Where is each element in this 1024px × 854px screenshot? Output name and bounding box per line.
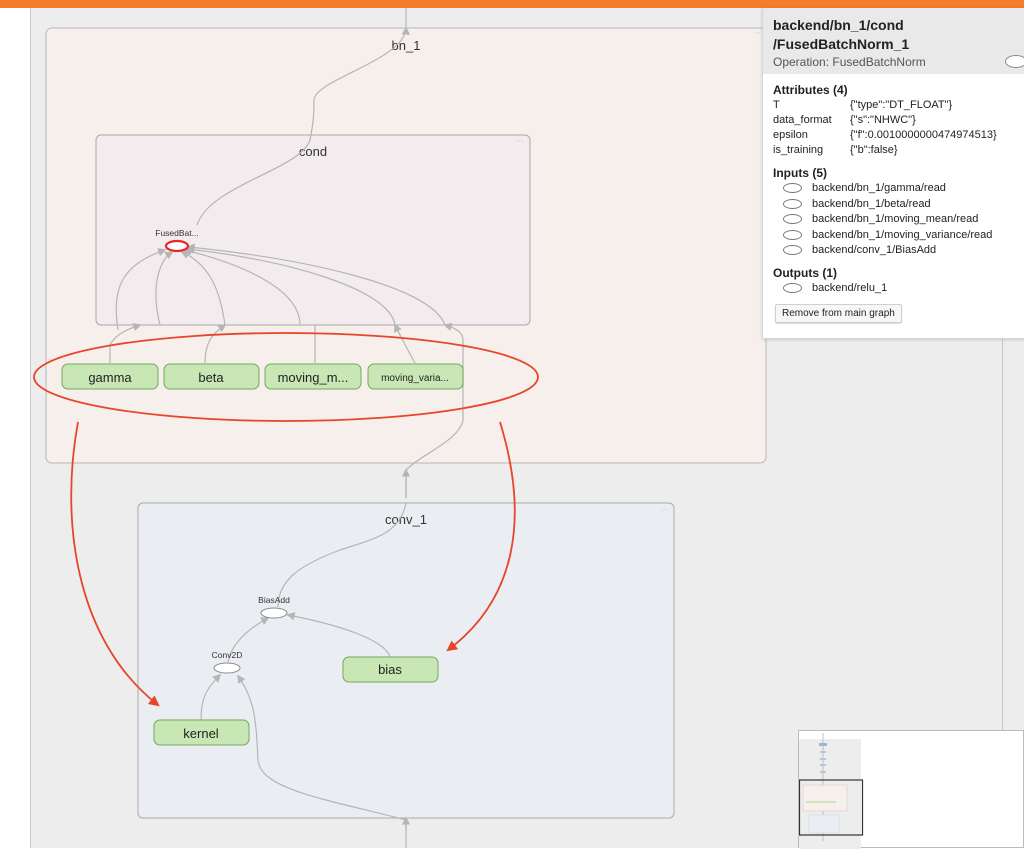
const-node-moving-variance[interactable]: moving_varia... xyxy=(367,363,464,390)
const-label-bias: bias xyxy=(378,662,402,677)
op-node-icon xyxy=(783,214,802,225)
op-node-icon xyxy=(783,229,802,240)
attribute-value: {"f":0.0010000000474974513} xyxy=(850,129,997,141)
op-label-fused: FusedBat... xyxy=(155,228,198,238)
attribute-value: {"s":"NHWC"} xyxy=(850,114,916,126)
attribute-row: data_format {"s":"NHWC"} xyxy=(773,113,1015,128)
op-node-icon xyxy=(783,183,802,194)
node-info-panel: backend/bn_1/cond /FusedBatchNorm_1 Oper… xyxy=(762,8,1024,339)
input-name: backend/bn_1/moving_mean/read xyxy=(812,213,979,225)
op-node-icon xyxy=(783,282,802,293)
input-item[interactable]: backend/bn_1/moving_variance/read xyxy=(773,228,1015,244)
input-item[interactable]: backend/bn_1/gamma/read xyxy=(773,181,1015,197)
input-item[interactable]: backend/bn_1/beta/read xyxy=(773,197,1015,213)
op-node-icon xyxy=(783,198,802,209)
const-label-moving-mean: moving_m... xyxy=(278,370,349,385)
const-node-bias[interactable]: bias xyxy=(342,656,439,683)
const-label-gamma: gamma xyxy=(88,370,132,385)
remove-from-main-graph-button[interactable]: Remove from main graph xyxy=(775,304,902,323)
const-node-gamma[interactable]: gamma xyxy=(61,363,159,390)
input-item[interactable]: backend/bn_1/moving_mean/read xyxy=(773,212,1015,228)
info-title-line2: /FusedBatchNorm_1 xyxy=(773,36,910,52)
group-conv-1-label: conv_1 xyxy=(385,512,427,527)
inputs-heading: Inputs (5) xyxy=(773,166,827,180)
op-node-icon xyxy=(783,245,802,256)
group-cond-label: cond xyxy=(299,144,327,159)
input-name: backend/bn_1/moving_variance/read xyxy=(812,228,993,241)
const-label-beta: beta xyxy=(198,370,224,385)
op-node-icon xyxy=(1005,55,1024,68)
attribute-row: T {"type":"DT_FLOAT"} xyxy=(773,98,1015,113)
input-item[interactable]: backend/conv_1/BiasAdd xyxy=(773,243,1015,259)
minimap[interactable] xyxy=(798,730,1024,849)
input-name: backend/conv_1/BiasAdd xyxy=(812,244,937,256)
op-label-biasadd: BiasAdd xyxy=(258,595,290,605)
attribute-key: is_training xyxy=(773,144,824,156)
attribute-key: epsilon xyxy=(773,129,808,141)
attribute-row: is_training {"b":false} xyxy=(773,143,1015,158)
outputs-heading: Outputs (1) xyxy=(773,265,837,280)
attribute-value: {"b":false} xyxy=(850,144,898,156)
info-operation: Operation: FusedBatchNorm xyxy=(773,55,926,69)
attribute-row: epsilon {"f":0.0010000000474974513} xyxy=(773,128,1015,143)
const-node-moving-mean[interactable]: moving_m... xyxy=(264,363,362,390)
info-title-line1: backend/bn_1/cond xyxy=(773,17,904,33)
attributes-heading: Attributes (4) xyxy=(773,83,848,97)
input-name: backend/bn_1/beta/read xyxy=(812,197,931,210)
input-name: backend/bn_1/gamma/read xyxy=(812,182,946,194)
const-node-beta[interactable]: beta xyxy=(163,363,260,390)
op-label-conv2d: Conv2D xyxy=(212,650,243,660)
attribute-value: {"type":"DT_FLOAT"} xyxy=(850,99,953,111)
const-node-kernel[interactable]: kernel xyxy=(153,719,250,746)
const-label-kernel: kernel xyxy=(183,726,219,741)
minimap-svg xyxy=(798,733,864,849)
attribute-key: T xyxy=(773,99,780,111)
attribute-key: data_format xyxy=(773,114,832,126)
output-name: backend/relu_1 xyxy=(812,281,888,294)
info-header: backend/bn_1/cond /FusedBatchNorm_1 Oper… xyxy=(763,8,1024,74)
output-item[interactable]: backend/relu_1 xyxy=(773,281,1015,297)
const-label-moving-variance: moving_varia... xyxy=(381,373,449,384)
